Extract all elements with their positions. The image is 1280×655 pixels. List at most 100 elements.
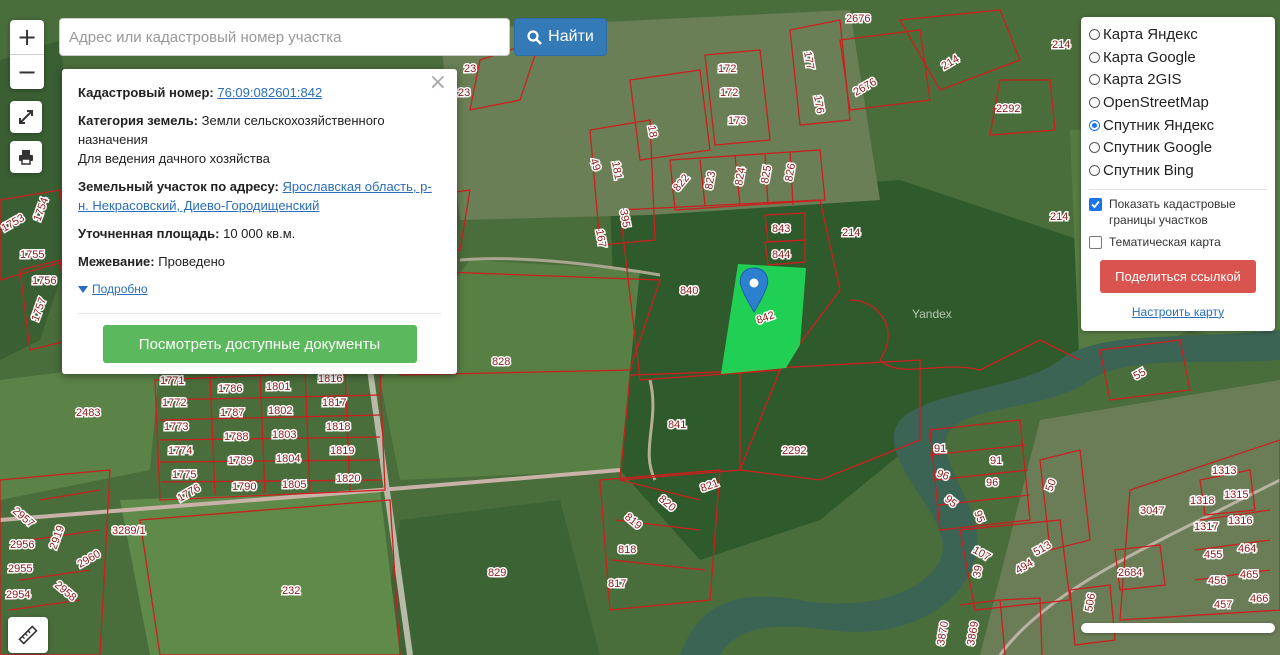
caret-down-icon: [78, 286, 88, 293]
parcel-label: 1771: [160, 375, 184, 387]
parcel-label: 1788: [224, 431, 248, 443]
search-button[interactable]: Найти: [514, 18, 607, 56]
show-boundaries-checkbox[interactable]: [1089, 197, 1102, 211]
show-boundaries-label: Показать кадастровые границы участков: [1109, 196, 1236, 227]
share-link-button[interactable]: Поделиться ссылкой: [1100, 259, 1256, 293]
view-documents-button[interactable]: Посмотреть доступные документы: [102, 325, 417, 363]
parcel-label: 2676: [846, 13, 870, 25]
parcel-label: 1803: [272, 429, 296, 441]
layer-radio[interactable]: [1089, 119, 1100, 131]
parcel-label: 1316: [1228, 515, 1252, 527]
parcel-label: 214: [1052, 39, 1070, 51]
parcel-label: 817: [608, 578, 626, 590]
thematic-map-option[interactable]: Тематическая карта: [1089, 234, 1267, 250]
close-icon[interactable]: ×: [429, 72, 447, 94]
layer-radio[interactable]: [1089, 96, 1100, 108]
address-label: Земельный участок по адресу:: [78, 179, 279, 194]
parcel-label: 841: [668, 419, 686, 431]
show-boundaries-option[interactable]: Показать кадастровые границы участков: [1089, 196, 1267, 228]
layer-radio[interactable]: [1089, 51, 1100, 63]
search-input[interactable]: [59, 18, 510, 56]
cadastral-number-label: Кадастровый номер:: [78, 85, 214, 100]
land-usage-value: Для ведения дачного хозяйства: [78, 151, 270, 166]
parcel-label: 843: [772, 223, 790, 235]
layer-option[interactable]: Карта Яндекс: [1089, 23, 1267, 46]
layers-divider: [1089, 188, 1267, 190]
layer-option-label: Спутник Bing: [1103, 161, 1194, 179]
parcel-label: 3047: [1140, 505, 1164, 517]
parcel-label: 457: [1214, 599, 1232, 611]
details-link[interactable]: Подробно: [92, 280, 148, 299]
layer-option-label: Карта Google: [1103, 48, 1196, 66]
fullscreen-button[interactable]: [10, 101, 42, 133]
parcel-label: 172: [718, 63, 736, 75]
map-layers-panel: Карта Яндекс Карта Google Карта 2GIS OpenSt…: [1081, 17, 1275, 331]
parcel-label: 1315: [1224, 489, 1248, 501]
parcel-label: 1755: [20, 249, 44, 261]
parcel-label: 1816: [318, 373, 342, 385]
parcel-label: 1317: [1194, 521, 1218, 533]
parcel-label: 214: [1050, 211, 1068, 223]
land-category-label: Категория земель:: [78, 113, 199, 128]
zoom-in-button[interactable]: +: [10, 20, 44, 54]
layer-option[interactable]: Карта 2GIS: [1089, 68, 1267, 91]
parcel-label: 39: [971, 564, 985, 578]
scale-bar: [1081, 623, 1275, 633]
configure-map-link[interactable]: Настроить карту: [1089, 305, 1267, 319]
parcel-label: 1789: [228, 455, 252, 467]
layer-radio[interactable]: [1089, 28, 1100, 40]
parcel-info-popup: × Кадастровый номер: 76:09:082601:842 Ка…: [62, 69, 457, 374]
layer-option[interactable]: OpenStreetMap: [1089, 91, 1267, 114]
parcel-label: 840: [680, 285, 698, 297]
parcel-label: 23: [458, 87, 470, 99]
map-watermark: Yandex: [912, 307, 952, 321]
parcel-label: 466: [1250, 593, 1268, 605]
layer-option[interactable]: Спутник Bing: [1089, 159, 1267, 182]
parcel-label: 1818: [326, 421, 350, 433]
printer-icon: [19, 150, 33, 165]
parcel-label: 456: [1208, 575, 1226, 587]
parcel-label: 818: [618, 544, 636, 556]
zoom-out-button[interactable]: −: [10, 54, 44, 89]
parcel-label: 828: [492, 356, 510, 368]
cadastral-number-link[interactable]: 76:09:082601:842: [217, 85, 322, 100]
parcel-label: 2956: [10, 539, 34, 551]
cadastral-number-row: Кадастровый номер: 76:09:082601:842: [78, 83, 441, 102]
layer-option-label: Спутник Яндекс: [1103, 116, 1215, 134]
parcel-label: 1774: [168, 445, 192, 457]
parcel-label: 172: [720, 87, 738, 99]
parcel-label: 829: [488, 567, 506, 579]
parcel-label: 1775: [172, 469, 196, 481]
layer-radio[interactable]: [1089, 74, 1100, 86]
parcel-label: 1801: [266, 381, 290, 393]
layer-option[interactable]: Спутник Яндекс: [1089, 114, 1267, 137]
thematic-map-checkbox[interactable]: [1089, 235, 1102, 249]
layer-radio[interactable]: [1089, 164, 1100, 176]
print-button[interactable]: [10, 141, 42, 173]
parcel-label: 96: [986, 477, 998, 489]
zoom-controls: + −: [10, 20, 44, 89]
parcel-label: 465: [1240, 569, 1258, 581]
parcel-label: 455: [1204, 549, 1222, 561]
parcel-label: 1313: [1212, 465, 1236, 477]
layer-option[interactable]: Спутник Google: [1089, 136, 1267, 159]
parcel-label: 1756: [32, 275, 56, 287]
parcel-label: 2684: [1118, 567, 1142, 579]
ruler-button[interactable]: [8, 617, 48, 653]
field-area: [120, 490, 400, 655]
parcel-label: 2292: [996, 103, 1020, 115]
survey-label: Межевание:: [78, 254, 155, 269]
parcel-label: 232: [282, 585, 300, 597]
details-toggle[interactable]: Подробно: [78, 280, 441, 299]
ruler-icon: [18, 625, 38, 645]
parcel-label: 1820: [336, 473, 360, 485]
parcel-label: 1802: [268, 405, 292, 417]
layer-option-label: Карта Яндекс: [1103, 25, 1198, 43]
area-value: 10 000 кв.м.: [223, 226, 296, 241]
search-icon: [527, 29, 543, 45]
parcel-label: 3289/1: [112, 525, 146, 537]
layer-radio[interactable]: [1089, 142, 1100, 154]
popup-divider: [78, 313, 441, 314]
layer-option-label: OpenStreetMap: [1103, 93, 1209, 111]
layer-option[interactable]: Карта Google: [1089, 46, 1267, 69]
